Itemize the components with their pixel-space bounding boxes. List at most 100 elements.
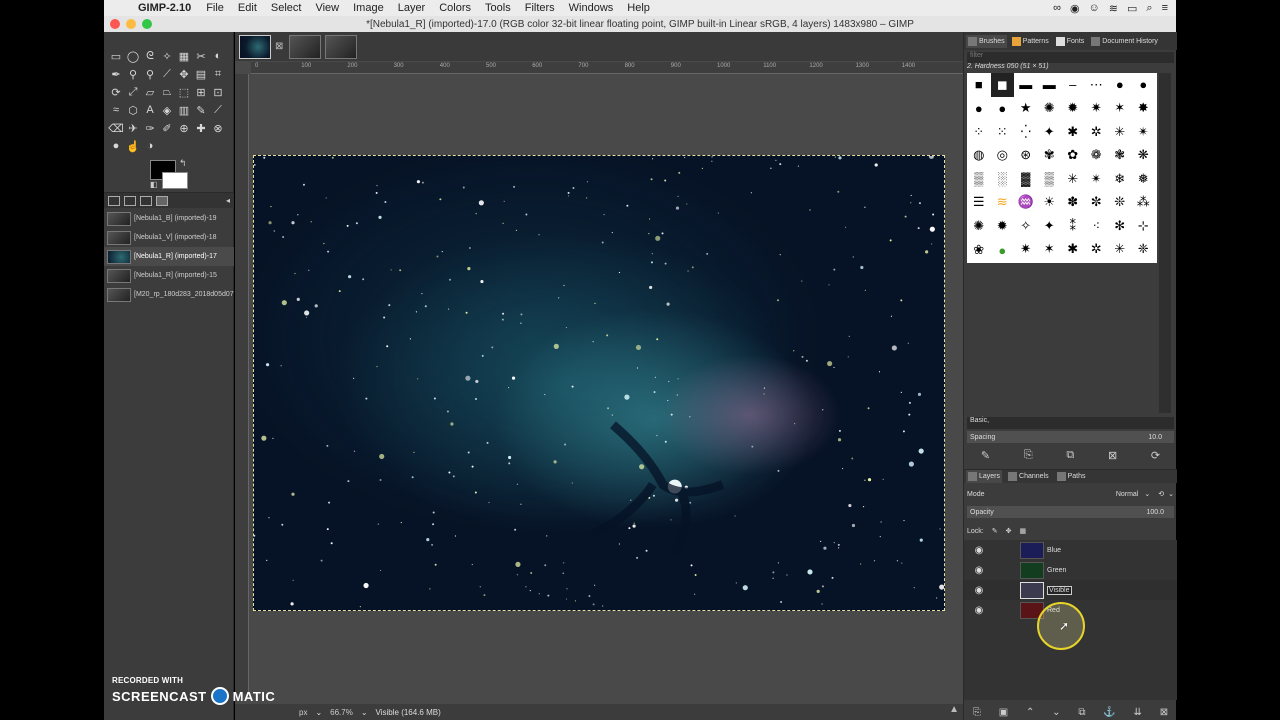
clone-tool-icon[interactable]: ⊕ [176, 120, 192, 136]
brush-item[interactable]: ◎ [991, 144, 1015, 168]
user-icon[interactable]: ☺ [1089, 2, 1100, 15]
lock-alpha-icon[interactable]: ▦ [1019, 527, 1026, 535]
perspective-clone-tool-icon[interactable]: ⊗ [210, 120, 226, 136]
vertical-ruler[interactable] [235, 74, 249, 694]
menu-help[interactable]: Help [620, 2, 657, 14]
layer-name[interactable]: Visible [1047, 585, 1072, 595]
brush-item[interactable]: ⊛ [1014, 144, 1038, 168]
new-layer-group-icon[interactable]: ▣ [999, 707, 1008, 718]
dodge-burn-tool-icon[interactable]: ◑ [142, 138, 158, 154]
chevron-down-icon[interactable]: ⌄ [1168, 490, 1174, 498]
brush-item[interactable]: ✺ [1038, 97, 1062, 121]
brush-item[interactable]: ❈ [1132, 238, 1156, 262]
image-item[interactable]: [Nebula1_R] (imported)-17 [104, 247, 234, 266]
menu-filters[interactable]: Filters [518, 2, 562, 14]
brush-item[interactable]: ░ [991, 167, 1015, 191]
brush-item[interactable]: ● [991, 238, 1015, 262]
blur-tool-icon[interactable]: ● [108, 138, 124, 154]
brush-preset-select[interactable]: Basic, [967, 417, 1174, 429]
duplicate-layer-icon[interactable]: ⧉ [1078, 707, 1085, 718]
brush-item[interactable]: ★ [1014, 97, 1038, 121]
lower-layer-icon[interactable]: ⌄ [1052, 707, 1060, 718]
brush-item[interactable]: ✻ [1108, 214, 1132, 238]
device-status-tab-icon[interactable] [124, 195, 136, 206]
brush-item[interactable]: ▓ [1014, 167, 1038, 191]
menu-view[interactable]: View [308, 2, 346, 14]
brush-item[interactable]: ☀ [1038, 191, 1062, 215]
brush-item[interactable]: ✳ [1061, 167, 1085, 191]
image-tab[interactable] [325, 34, 357, 59]
crop-tool-icon[interactable]: ⌗ [210, 66, 226, 82]
tab-paths[interactable]: Paths [1055, 470, 1088, 483]
brush-item[interactable]: ❃ [1108, 144, 1132, 168]
brush-item[interactable]: ● [967, 97, 991, 121]
warp-transform-tool-icon[interactable]: ≈ [108, 102, 124, 118]
menu-windows[interactable]: Windows [562, 2, 621, 14]
scissors-select-tool-icon[interactable]: ✂ [193, 48, 209, 64]
brush-item[interactable]: ✳ [1108, 238, 1132, 262]
scale-tool-icon[interactable]: ⤢ [125, 84, 141, 100]
brush-item[interactable]: ⁑ [1061, 214, 1085, 238]
brush-item[interactable]: ✹ [991, 214, 1015, 238]
brush-item[interactable]: ✷ [1085, 97, 1109, 121]
image-tab[interactable] [289, 34, 321, 59]
brush-item[interactable]: ⊹ [1132, 214, 1156, 238]
merge-layer-icon[interactable]: ⇊ [1134, 707, 1142, 718]
new-brush-icon[interactable]: ⎘ [1024, 449, 1033, 462]
rotate-tool-icon[interactable]: ⟳ [108, 84, 124, 100]
brush-item[interactable]: ❅ [1132, 167, 1156, 191]
lock-position-icon[interactable]: ✥ [1006, 527, 1012, 535]
brush-item[interactable]: ▬ [1014, 73, 1038, 97]
brush-item[interactable]: ⋯ [1085, 73, 1109, 97]
spacing-slider[interactable]: Spacing 10.0 [967, 431, 1174, 443]
cage-transform-tool-icon[interactable]: ⬡ [125, 102, 141, 118]
image-item[interactable]: [M20_rp_180d283_2018d05d07 [104, 285, 234, 304]
battery-icon[interactable]: ▭ [1127, 2, 1137, 15]
screencast-icon[interactable]: ◉ [1070, 2, 1080, 15]
brush-item[interactable]: ✿ [1061, 144, 1085, 168]
alignment-tool-icon[interactable]: ▤ [193, 66, 209, 82]
eraser-tool-icon[interactable]: ⌫ [108, 120, 124, 136]
anchor-layer-icon[interactable]: ⚓ [1103, 707, 1115, 718]
image-tab[interactable] [239, 34, 271, 59]
pencil-tool-icon[interactable]: ✎ [193, 102, 209, 118]
menu-list-icon[interactable]: ≡ [1162, 2, 1168, 15]
brush-grid-extra[interactable]: ❀ ● [967, 238, 1014, 262]
chevron-down-icon[interactable]: ⌄ [1144, 490, 1150, 498]
layer-row[interactable]: ◉ Blue [964, 540, 1177, 560]
foreground-select-tool-icon[interactable]: ◐ [210, 48, 226, 64]
brush-item[interactable]: ✲ [1085, 120, 1109, 144]
menu-select[interactable]: Select [264, 2, 309, 14]
brush-item[interactable]: ✷ [1014, 238, 1038, 262]
brush-item[interactable]: ♒ [1014, 191, 1038, 215]
brush-item[interactable]: ▒ [1038, 167, 1062, 191]
tab-document-history[interactable]: Document History [1089, 35, 1160, 48]
menu-colors[interactable]: Colors [432, 2, 478, 14]
creative-cloud-icon[interactable]: ∞ [1053, 2, 1061, 15]
bucket-fill-tool-icon[interactable]: ◈ [159, 102, 175, 118]
horizontal-ruler[interactable]: 0 100 200 300 400 500 600 700 800 900 1000 1100 1200… [251, 62, 963, 74]
tool-options-tab-icon[interactable] [108, 195, 120, 206]
brush-item[interactable]: ❊ [1108, 191, 1132, 215]
brush-item[interactable]: ✦ [1038, 214, 1062, 238]
3d-transform-tool-icon[interactable]: ⬚ [176, 84, 192, 100]
brush-item[interactable]: ✴ [1132, 120, 1156, 144]
visibility-eye-icon[interactable]: ◉ [964, 565, 990, 576]
text-tool-icon[interactable]: A [142, 102, 158, 118]
unified-transform-tool-icon[interactable]: ⊞ [193, 84, 209, 100]
brush-item[interactable]: ❋ [1132, 144, 1156, 168]
brush-item[interactable]: ✶ [1038, 238, 1062, 262]
delete-brush-icon[interactable]: ⊠ [1108, 449, 1117, 462]
panel-menu-icon[interactable]: ◂ [226, 196, 230, 205]
zoom-dropdown-icon[interactable]: ⌄ [361, 708, 368, 717]
image-canvas[interactable] [253, 155, 945, 611]
gradient-tool-icon[interactable]: ▥ [176, 102, 192, 118]
brush-item[interactable]: ✳ [1108, 120, 1132, 144]
zoom-selector[interactable]: 66.7% [330, 708, 353, 717]
close-tab-icon[interactable]: ⊠ [275, 41, 285, 52]
measure-tool-icon[interactable]: ⟋ [159, 66, 175, 82]
brush-item[interactable]: ☰ [967, 191, 991, 215]
zoom-tool-icon[interactable]: ⚲ [142, 66, 158, 82]
brush-item[interactable]: ◍ [967, 144, 991, 168]
brush-item[interactable]: ⁂ [1132, 191, 1156, 215]
